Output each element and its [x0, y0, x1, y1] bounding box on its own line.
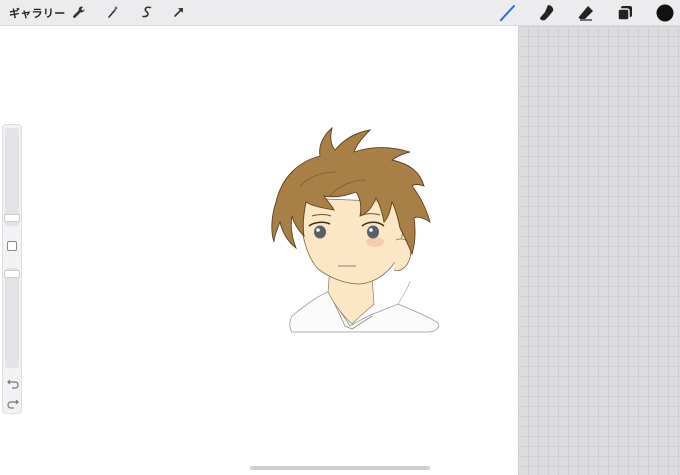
- canvas-margin-grid: [518, 26, 680, 475]
- eraser-icon[interactable]: [575, 2, 597, 24]
- selection-icon[interactable]: [138, 3, 156, 21]
- character-artwork: [271, 126, 439, 333]
- opacity-slider[interactable]: [4, 268, 20, 368]
- magic-wand-icon[interactable]: [104, 3, 122, 21]
- left-sidebar: [2, 124, 22, 414]
- undo-icon[interactable]: [6, 376, 20, 390]
- color-swatch[interactable]: [654, 2, 676, 24]
- smudge-icon[interactable]: [536, 2, 558, 24]
- gallery-button[interactable]: ギャラリー: [9, 5, 66, 21]
- opacity-thumb[interactable]: [4, 270, 20, 278]
- brush-size-slider[interactable]: [4, 128, 20, 226]
- drawing-canvas[interactable]: [0, 26, 518, 475]
- brush-size-thumb[interactable]: [4, 214, 20, 222]
- redo-icon[interactable]: [6, 396, 20, 410]
- wrench-icon[interactable]: [70, 3, 88, 21]
- top-toolbar: ギャラリー: [0, 0, 680, 26]
- brush-icon[interactable]: [497, 2, 519, 24]
- home-indicator: [250, 466, 430, 470]
- modify-button[interactable]: [7, 241, 17, 251]
- transform-arrow-icon[interactable]: [170, 3, 188, 21]
- layers-icon[interactable]: [614, 2, 636, 24]
